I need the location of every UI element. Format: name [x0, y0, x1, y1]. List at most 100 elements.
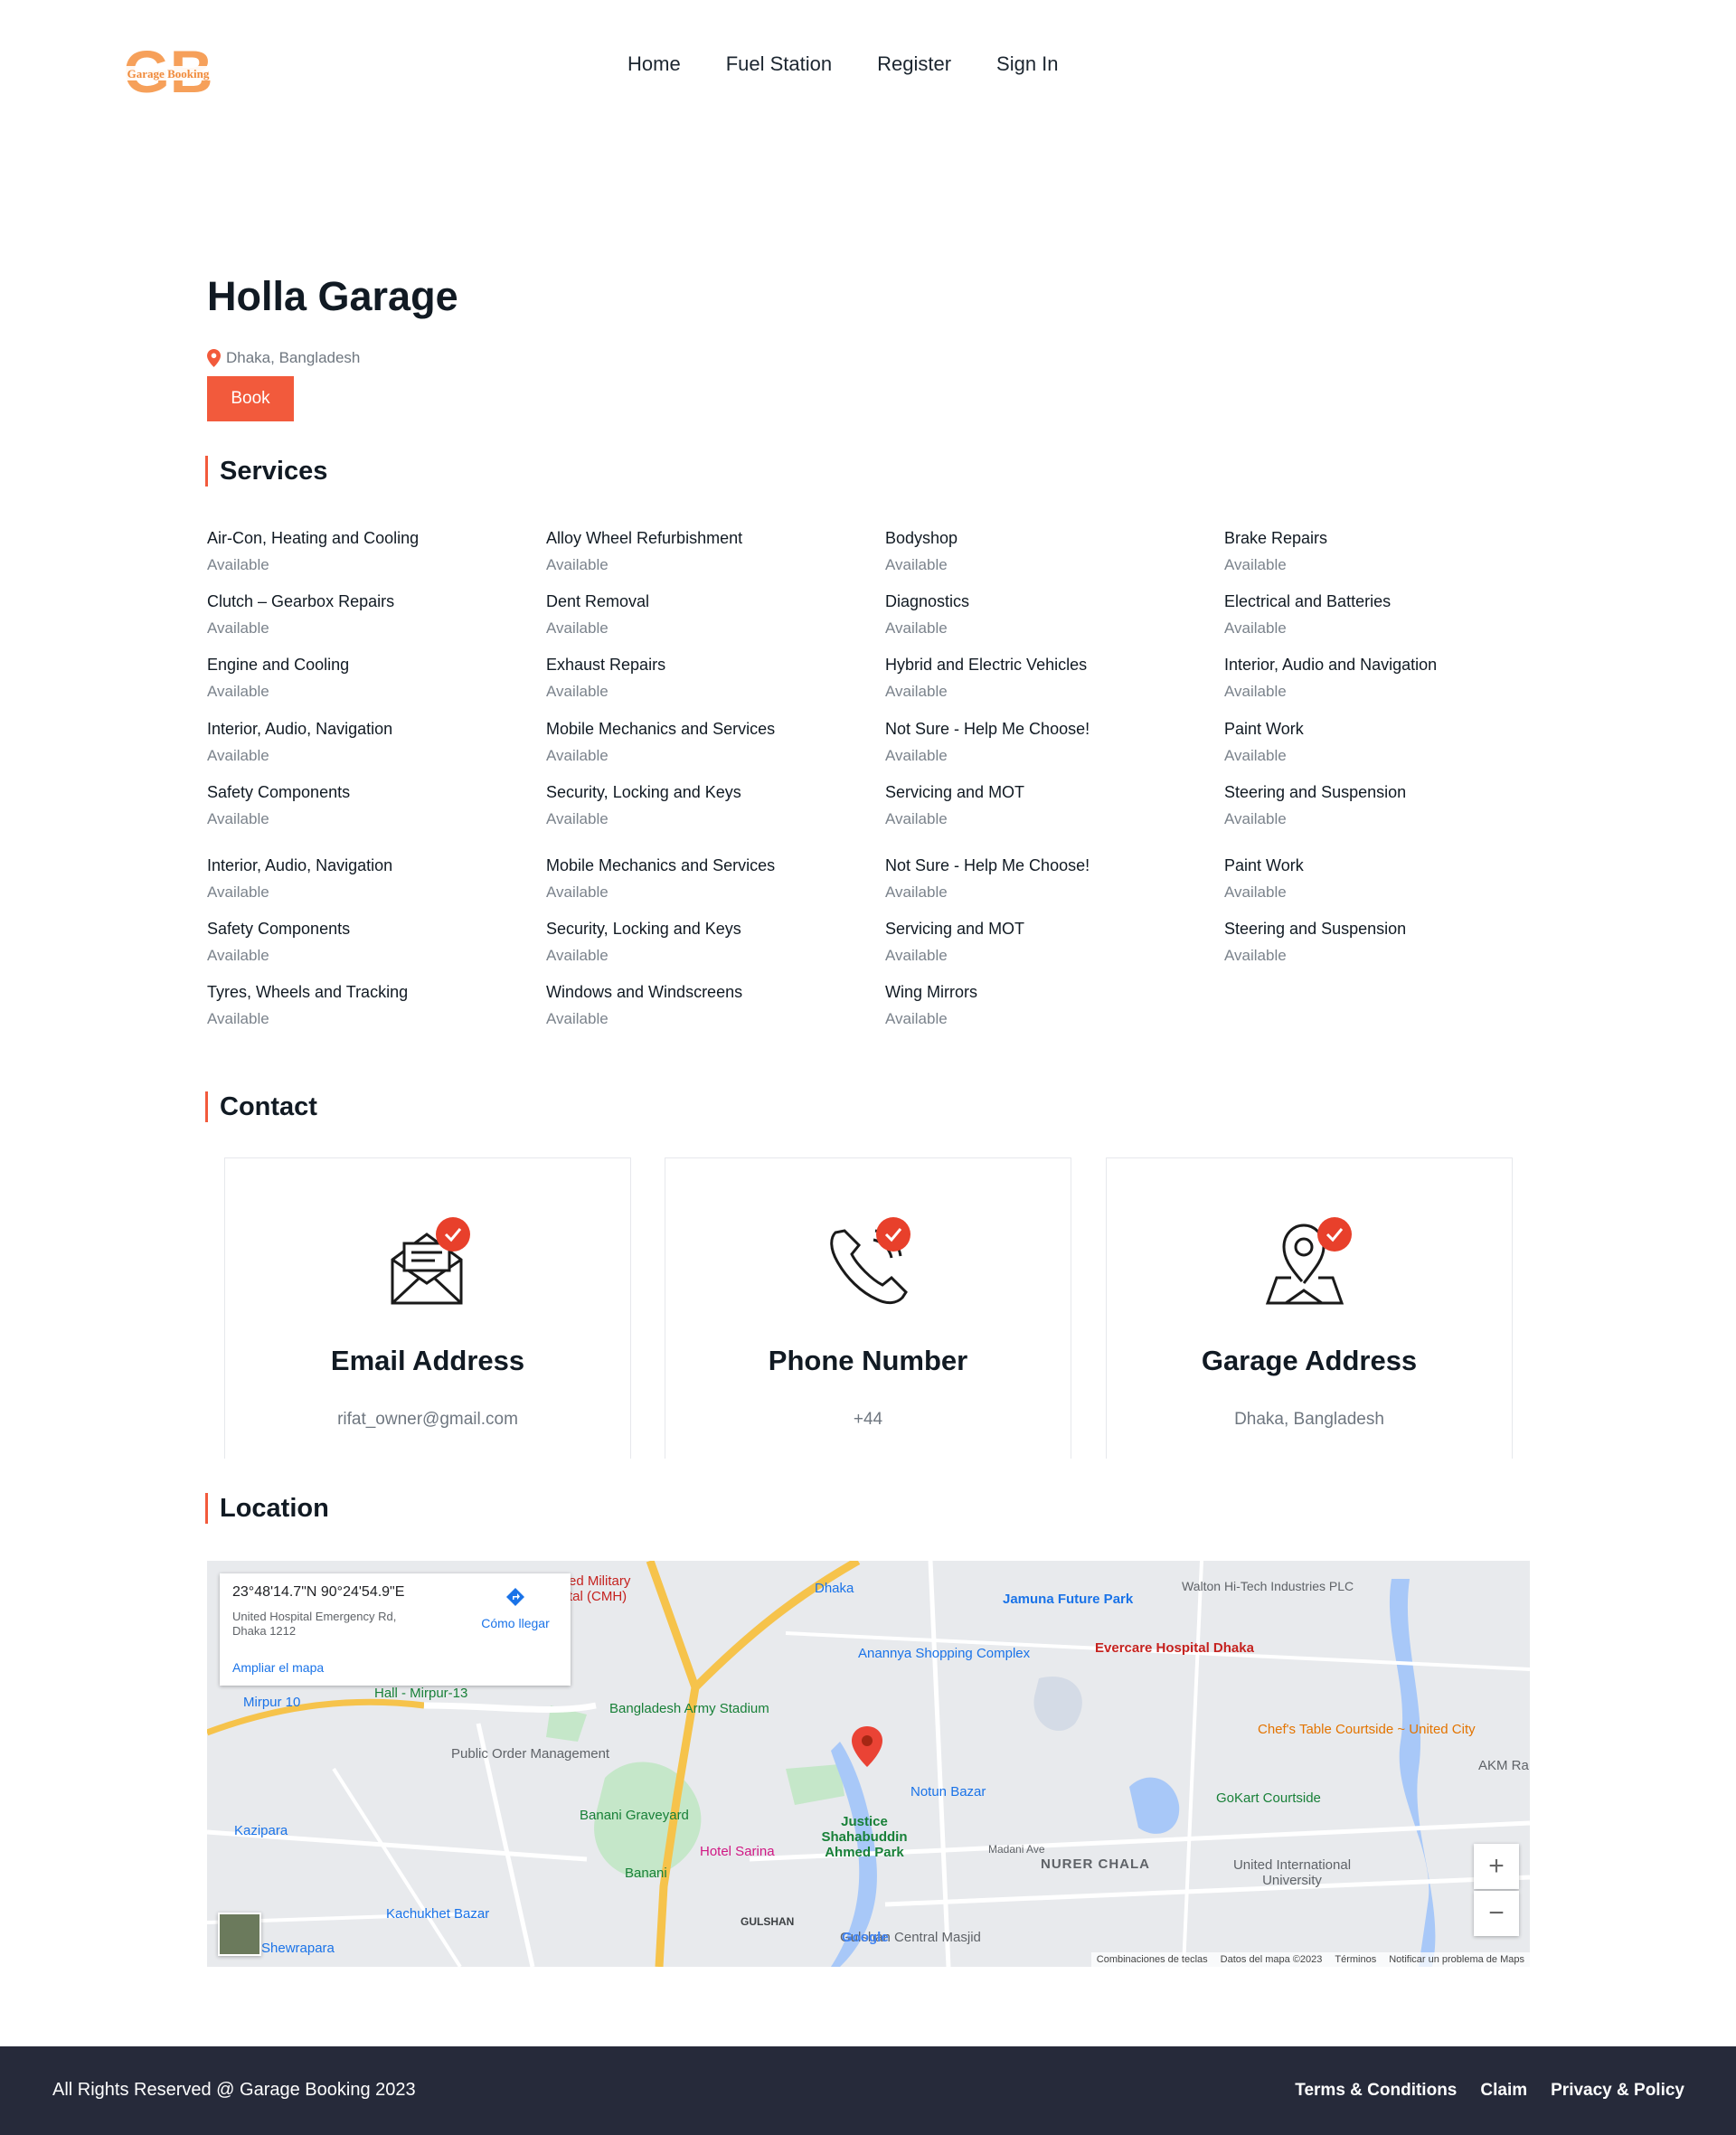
service-status: Available	[885, 619, 948, 637]
site-header: GB Garage Booking Home Fuel Station Regi…	[0, 0, 1736, 131]
service-item: Bodyshop Available	[885, 529, 1211, 574]
service-item: Safety Components Available	[207, 783, 533, 828]
service-status: Available	[1224, 947, 1287, 964]
map-label-walton: Walton Hi-Tech Industries PLC	[1182, 1579, 1354, 1593]
service-status: Available	[885, 810, 948, 827]
service-name: Paint Work	[1224, 856, 1304, 874]
zoom-out-button[interactable]: −	[1474, 1891, 1519, 1936]
map-label-dhaka: Dhaka	[815, 1581, 854, 1596]
directions-button[interactable]: Cómo llegar	[475, 1586, 556, 1630]
service-name: Safety Components	[207, 783, 351, 801]
service-status: Available	[546, 947, 609, 964]
service-status: Available	[546, 883, 609, 901]
service-status: Available	[546, 556, 609, 573]
map-label-jamuna: Jamuna Future Park	[1003, 1592, 1134, 1607]
phone-card-value[interactable]: +44	[665, 1410, 1071, 1430]
map-label-banani-graveyard: Banani Graveyard	[580, 1808, 689, 1823]
map-label-anannya: Anannya Shopping Complex	[858, 1646, 1031, 1661]
service-item: Paint Work Available	[1224, 720, 1550, 765]
enlarge-map-link[interactable]: Ampliar el mapa	[232, 1660, 324, 1675]
service-name: Wing Mirrors	[885, 983, 977, 1001]
footer-privacy-link[interactable]: Privacy & Policy	[1551, 2081, 1684, 2101]
service-status: Available	[207, 1010, 269, 1027]
service-name: Alloy Wheel Refurbishment	[546, 529, 743, 547]
service-name: Security, Locking and Keys	[546, 783, 741, 801]
service-status: Available	[1224, 810, 1287, 827]
service-name: Exhaust Repairs	[546, 656, 666, 674]
service-status: Available	[207, 883, 269, 901]
service-status: Available	[1224, 883, 1287, 901]
map-footer-data: Datos del mapa ©2023	[1220, 1954, 1323, 1965]
service-name: Steering and Suspension	[1224, 783, 1407, 801]
email-card: Email Address rifat_owner@gmail.com	[224, 1157, 631, 1459]
map-label-gulshan: GULSHAN	[741, 1915, 795, 1928]
nav-home[interactable]: Home	[627, 52, 681, 76]
footer-terms-link[interactable]: Terms & Conditions	[1295, 2081, 1457, 2101]
map-label-madani-ave: Madani Ave	[988, 1843, 1045, 1856]
service-item: Dent Removal Available	[546, 592, 872, 638]
service-status: Available	[546, 683, 609, 700]
map-address-line-2: Dhaka 1212	[232, 1624, 297, 1638]
service-item: Paint Work Available	[1224, 856, 1550, 902]
service-name: Tyres, Wheels and Tracking	[207, 983, 409, 1001]
satellite-toggle[interactable]	[218, 1913, 261, 1956]
map-footer-report[interactable]: Notificar un problema de Maps	[1389, 1954, 1524, 1965]
zoom-in-button[interactable]: +	[1474, 1844, 1519, 1889]
map-info-card: 23°48'14.7"N 90°24'54.9"E United Hospita…	[220, 1573, 571, 1686]
service-status: Available	[207, 947, 269, 964]
contact-heading: Contact	[205, 1091, 317, 1122]
service-status: Available	[885, 1010, 948, 1027]
map-footer: Combinaciones de teclas Datos del mapa ©…	[1090, 1952, 1530, 1967]
map-label-mirpur-10: Mirpur 10	[243, 1695, 301, 1710]
service-item: Air-Con, Heating and Cooling Available	[207, 529, 533, 574]
nav-fuel-station[interactable]: Fuel Station	[726, 52, 832, 76]
garage-booking-logo[interactable]: GB Garage Booking	[116, 38, 221, 105]
service-status: Available	[1224, 747, 1287, 764]
map-label-justice-park: Justice Shahabuddin Ahmed Park	[821, 1814, 908, 1860]
map-label-shewrapara: Shewrapara	[261, 1941, 335, 1956]
map-label-gokart: GoKart Courtside	[1216, 1790, 1321, 1806]
service-item: Mobile Mechanics and Services Available	[546, 856, 872, 902]
service-status: Available	[885, 556, 948, 573]
google-logo: Google	[842, 1930, 889, 1945]
service-item: Interior, Audio, Navigation Available	[207, 720, 533, 765]
email-icon	[377, 1213, 476, 1312]
service-name: Servicing and MOT	[885, 920, 1025, 938]
service-item: Windows and Windscreens Available	[546, 983, 872, 1028]
service-item: Steering and Suspension Available	[1224, 920, 1550, 965]
google-map[interactable]: Jamuna Future Park Walton Hi-Tech Indust…	[207, 1561, 1530, 1967]
service-item: Exhaust Repairs Available	[546, 656, 872, 701]
map-label-public-order: Public Order Management	[451, 1746, 610, 1762]
service-name: Engine and Cooling	[207, 656, 350, 674]
service-item: Servicing and MOT Available	[885, 783, 1211, 828]
nav-register[interactable]: Register	[877, 52, 951, 76]
map-label-army-stadium: Bangladesh Army Stadium	[609, 1701, 769, 1716]
service-name: Hybrid and Electric Vehicles	[885, 656, 1088, 674]
service-name: Safety Components	[207, 920, 351, 938]
map-label-akm: AKM Ra	[1478, 1758, 1529, 1773]
footer-claim-link[interactable]: Claim	[1480, 2081, 1527, 2101]
service-item: Diagnostics Available	[885, 592, 1211, 638]
service-name: Interior, Audio, Navigation	[207, 856, 393, 874]
nav-sign-in[interactable]: Sign In	[996, 52, 1059, 76]
service-name: Paint Work	[1224, 720, 1304, 738]
service-name: Not Sure - Help Me Choose!	[885, 720, 1090, 738]
service-item: Servicing and MOT Available	[885, 920, 1211, 965]
footer-links: Terms & Conditions Claim Privacy & Polic…	[1295, 2081, 1684, 2101]
service-status: Available	[1224, 619, 1287, 637]
address-card-title: Garage Address	[1201, 1345, 1418, 1376]
service-name: Not Sure - Help Me Choose!	[885, 856, 1090, 874]
svg-text:Garage Booking: Garage Booking	[127, 67, 210, 80]
service-name: Diagnostics	[885, 592, 970, 610]
address-card: Garage Address Dhaka, Bangladesh	[1106, 1157, 1513, 1459]
book-button[interactable]: Book	[207, 376, 294, 421]
map-footer-terms[interactable]: Términos	[1335, 1954, 1376, 1965]
service-name: Windows and Windscreens	[546, 983, 743, 1001]
map-label-uiu: United International University	[1232, 1857, 1352, 1888]
service-item: Alloy Wheel Refurbishment Available	[546, 529, 872, 574]
service-name: Clutch – Gearbox Repairs	[207, 592, 395, 610]
service-item: Safety Components Available	[207, 920, 533, 965]
map-footer-shortcuts[interactable]: Combinaciones de teclas	[1097, 1954, 1208, 1965]
email-card-value[interactable]: rifat_owner@gmail.com	[225, 1410, 630, 1430]
service-name: Air-Con, Heating and Cooling	[207, 529, 420, 547]
